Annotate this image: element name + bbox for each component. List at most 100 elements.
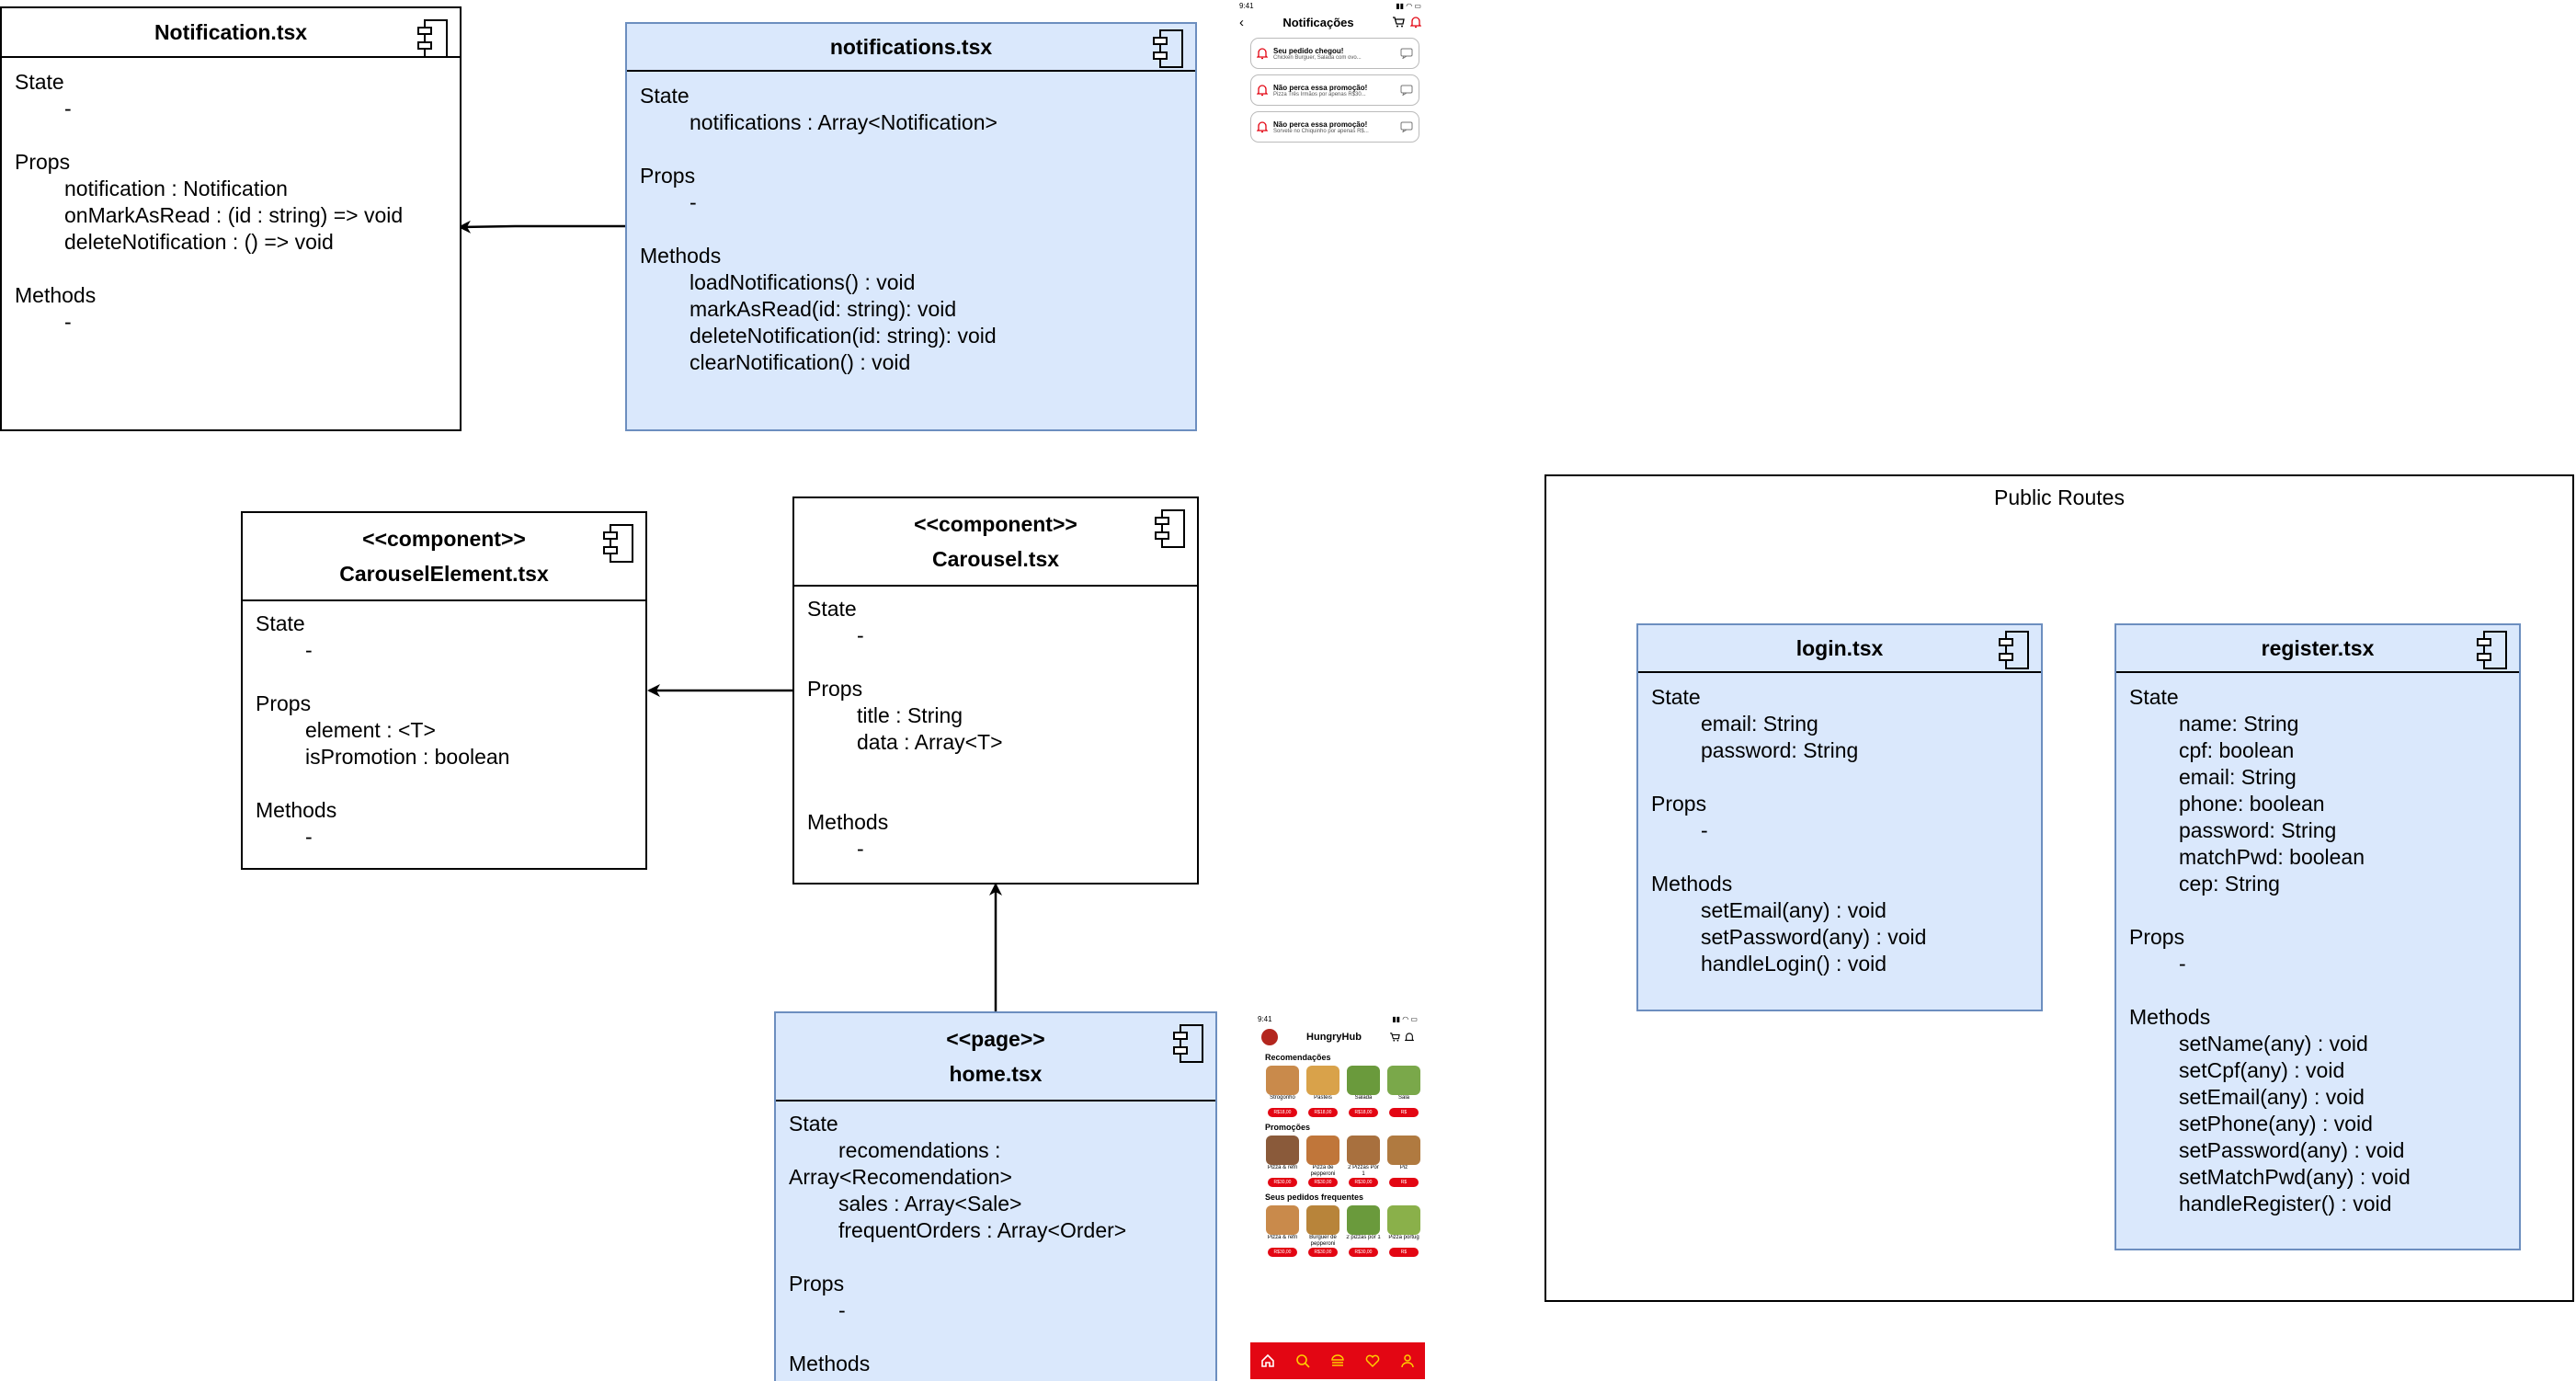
member-line: State: [2129, 685, 2179, 709]
home-icon[interactable]: [1260, 1353, 1275, 1368]
burger-icon[interactable]: [1330, 1353, 1345, 1368]
member-line: loadNotifications() : void: [690, 270, 916, 294]
carousel-item[interactable]: Pizza & refri R$30,00: [1265, 1136, 1300, 1187]
carousel-item[interactable]: Pastéis R$18,00: [1305, 1066, 1340, 1117]
member-line: Props: [256, 691, 312, 715]
carousel-item[interactable]: Strogonho R$18,00: [1265, 1066, 1300, 1117]
member-line: Methods: [2129, 1005, 2211, 1029]
notification-component-box[interactable]: Notification.tsx State - Props notification…: [0, 6, 462, 431]
register-page-box[interactable]: register.tsx State name: String cpf: boole…: [2114, 623, 2521, 1250]
mark-read-icon[interactable]: [1400, 121, 1413, 132]
member-line: matchPwd: boolean: [2179, 845, 2365, 869]
home-phone-mockup[interactable]: 9:41 ▮▮ ◠ ▭ HungryHub Recomendações Strogo…: [1250, 1013, 1425, 1379]
price-badge[interactable]: R$30,00: [1268, 1248, 1297, 1257]
mark-read-icon[interactable]: [1400, 48, 1413, 59]
back-arrow-icon[interactable]: ‹: [1239, 15, 1244, 30]
member-line: isPromotion : boolean: [305, 745, 510, 769]
carousel-item[interactable]: Pizza de pepperoni R$30,00: [1305, 1136, 1340, 1187]
notification-card[interactable]: Seu pedido chegou! Chicken Burguer, Salad…: [1250, 38, 1419, 69]
cart-icon[interactable]: [1390, 1033, 1400, 1042]
member-line: -: [857, 623, 864, 647]
price-badge[interactable]: R$30,00: [1349, 1178, 1378, 1187]
component-icon: [603, 524, 633, 563]
bell-icon[interactable]: [1404, 1032, 1414, 1043]
food-image: [1266, 1205, 1299, 1235]
carousel-item[interactable]: Pizza portug R$: [1386, 1205, 1421, 1257]
notification-card[interactable]: Não perca essa promoção! Pizza Três Irmão…: [1250, 74, 1419, 106]
member-line: State: [1651, 685, 1701, 709]
food-image: [1347, 1066, 1380, 1095]
app-name: HungryHub: [1306, 1032, 1362, 1043]
node-title: notifications.tsx: [829, 35, 993, 59]
notification-card-list: Seu pedido chegou! Chicken Burguer, Salad…: [1232, 38, 1429, 143]
member-line: Methods: [256, 798, 337, 822]
price-badge[interactable]: R$18,00: [1268, 1108, 1297, 1117]
member-line: setPhone(any) : void: [2179, 1112, 2373, 1136]
carousel-item[interactable]: 2 Pizzas Por 1 R$30,00: [1346, 1136, 1381, 1187]
status-bar: 9:41 ▮▮ ◠ ▭: [1250, 1013, 1425, 1025]
member-line: Props: [2129, 925, 2185, 949]
food-name: Pizza de pepperoni: [1310, 1165, 1336, 1177]
member-line: Methods: [1651, 872, 1733, 896]
member-line: handleRegister() : void: [2179, 1192, 2392, 1216]
notification-card[interactable]: Não perca essa promoção! Sorvete no Chiqu…: [1250, 111, 1419, 143]
heart-icon[interactable]: [1365, 1353, 1380, 1368]
bell-icon: [1257, 84, 1268, 96]
price-badge[interactable]: R$18,00: [1308, 1108, 1338, 1117]
carousel-item[interactable]: 2 pizzas por 1 R$30,00: [1346, 1205, 1381, 1257]
notifications-page-box[interactable]: notifications.tsx State notifications : A…: [625, 22, 1197, 431]
price-badge[interactable]: R$: [1389, 1108, 1419, 1117]
carousel-item[interactable]: Burguer de pepperoni R$30,00: [1305, 1205, 1340, 1257]
user-icon[interactable]: [1400, 1353, 1415, 1368]
price-badge[interactable]: R$: [1389, 1248, 1419, 1257]
price-badge[interactable]: R$: [1389, 1178, 1419, 1187]
node-stereotype: <<component>>: [914, 512, 1077, 536]
carousel-row[interactable]: Pizza & refri R$30,00 Pizza de pepperoni R$…: [1250, 1134, 1425, 1189]
mark-read-icon[interactable]: [1400, 85, 1413, 96]
price-badge[interactable]: R$30,00: [1308, 1178, 1338, 1187]
login-page-box[interactable]: login.tsx State email: String password: St…: [1636, 623, 2043, 1011]
signal-icon: ▮▮ ◠ ▭: [1396, 2, 1421, 10]
node-title: Notification.tsx: [154, 20, 308, 44]
food-image: [1306, 1136, 1339, 1165]
carousel-item[interactable]: Pizza & refri R$30,00: [1265, 1205, 1300, 1257]
carousel-item[interactable]: Piz R$: [1386, 1136, 1421, 1187]
member-line: setCpf(any) : void: [2179, 1058, 2345, 1082]
notification-text: Chicken Burguer, Salada com ovo...: [1273, 54, 1362, 61]
bell-icon: [1257, 47, 1268, 59]
notification-text: Pizza Três Irmãos por apenas R$30...: [1273, 91, 1366, 97]
member-line: Methods: [15, 283, 97, 307]
member-line: cpf: boolean: [2179, 738, 2295, 762]
bell-icon: [1257, 120, 1268, 132]
member-line: Props: [1651, 792, 1707, 816]
price-badge[interactable]: R$30,00: [1308, 1248, 1338, 1257]
member-line: data : Array<T>: [857, 730, 1003, 754]
price-badge[interactable]: R$18,00: [1349, 1108, 1378, 1117]
node-body: State name: String cpf: boolean email: Stri…: [2129, 684, 2411, 1217]
member-line: name: String: [2179, 712, 2299, 736]
cart-icon[interactable]: [1393, 17, 1405, 28]
search-icon[interactable]: [1295, 1353, 1310, 1368]
member-line: -: [838, 1298, 846, 1322]
bell-icon[interactable]: [1410, 16, 1421, 29]
price-badge[interactable]: R$30,00: [1349, 1248, 1378, 1257]
section-title: Recomendações: [1265, 1053, 1331, 1062]
carousel-box[interactable]: <<component>> Carousel.tsx State - Props tit…: [792, 496, 1199, 885]
carousel-row[interactable]: Pizza & refri R$30,00 Burguer de pepperoni…: [1250, 1204, 1425, 1259]
carousel-element-box[interactable]: <<component>> CarouselElement.tsx State - P…: [241, 511, 647, 870]
phone-nav-bar: HungryHub: [1250, 1025, 1425, 1049]
home-page-box[interactable]: <<page>> home.tsx State recomendations : Ar…: [774, 1011, 1217, 1381]
carousel-item[interactable]: Sala R$: [1386, 1066, 1421, 1117]
carousel-item[interactable]: Salada R$18,00: [1346, 1066, 1381, 1117]
price-badge[interactable]: R$30,00: [1268, 1178, 1297, 1187]
member-line: deleteNotification(id: string): void: [690, 324, 997, 348]
arrow-notifications-to-notification: [458, 220, 625, 234]
notifications-phone-mockup[interactable]: 9:41 ▮▮ ◠ ▭ ‹ Notificações Seu pedido che…: [1232, 0, 1429, 167]
carousel-row[interactable]: Strogonho R$18,00 Pastéis R$18,00 Salada R$18…: [1250, 1064, 1425, 1119]
